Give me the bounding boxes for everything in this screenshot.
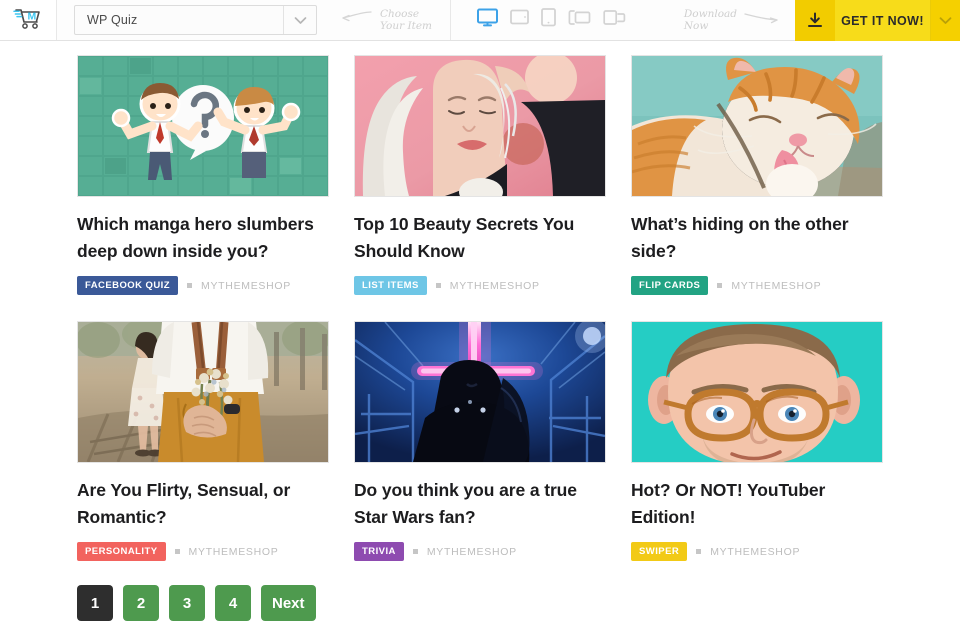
quiz-card-author: MYTHEMESHOP — [201, 279, 291, 292]
choose-item-hint-line1: Choose — [380, 7, 420, 20]
meta-separator-icon — [717, 283, 723, 288]
quiz-card-title[interactable]: Top 10 Beauty Secrets You Should Know — [354, 211, 606, 265]
device-preview-group — [451, 0, 626, 40]
meta-separator-icon — [412, 549, 418, 554]
quiz-card-grid: Which manga hero slumbers deep down insi… — [77, 55, 883, 561]
get-it-now-button[interactable]: GET IT NOW! — [795, 0, 960, 41]
download-now-hint-line2: Now — [683, 20, 709, 32]
pagination-page-4[interactable]: 4 — [215, 585, 251, 621]
logo-cell[interactable]: M — [0, 0, 57, 40]
meta-separator-icon — [435, 283, 441, 288]
status-badge[interactable]: LIST ITEMS — [354, 276, 427, 295]
item-select-cell: WP Quiz — [57, 0, 317, 40]
quiz-card: What’s hiding on the other side? FLIP CA… — [631, 55, 883, 295]
mobile-portrait-icon[interactable] — [603, 9, 626, 31]
status-badge[interactable]: FLIP CARDS — [631, 276, 709, 295]
choose-item-hint-text: Choose Your Item — [380, 8, 432, 33]
pagination-page-3[interactable]: 3 — [169, 585, 205, 621]
arrow-right-icon — [743, 8, 783, 33]
status-badge[interactable]: SWIPER — [631, 542, 688, 561]
quiz-card: Which manga hero slumbers deep down insi… — [77, 55, 329, 295]
tablet-landscape-icon[interactable] — [510, 9, 529, 31]
quiz-card-meta: SWIPER MYTHEMESHOP — [631, 542, 883, 561]
quiz-thumbnail-cat[interactable] — [631, 55, 883, 197]
quiz-card-title[interactable]: What’s hiding on the other side? — [631, 211, 883, 265]
preview-toolbar: M WP Quiz Choose Your Item Download Now … — [0, 0, 960, 41]
quiz-card-title[interactable]: Hot? Or NOT! YouTuber Edition! — [631, 477, 883, 531]
item-select-value: WP Quiz — [87, 13, 138, 27]
pagination-next-button[interactable]: Next — [261, 585, 316, 621]
quiz-thumbnail-manga[interactable] — [77, 55, 329, 197]
quiz-card-title[interactable]: Are You Flirty, Sensual, or Romantic? — [77, 477, 329, 531]
quiz-card-meta: FACEBOOK QUIZ MYTHEMESHOP — [77, 276, 329, 295]
pagination-page-1[interactable]: 1 — [77, 585, 113, 621]
quiz-thumbnail-youtuber[interactable] — [631, 321, 883, 463]
meta-separator-icon — [174, 549, 180, 554]
svg-text:M: M — [28, 10, 37, 22]
pagination: 1 2 3 4 Next — [77, 585, 883, 621]
get-it-now-chevron-down-icon[interactable] — [930, 0, 960, 41]
arrow-left-icon — [335, 8, 373, 33]
download-icon — [795, 0, 835, 41]
quiz-thumbnail-starwars[interactable] — [354, 321, 606, 463]
tablet-portrait-icon[interactable] — [541, 8, 556, 32]
quiz-card-meta: TRIVIA MYTHEMESHOP — [354, 542, 606, 561]
chevron-down-icon[interactable] — [283, 6, 316, 34]
meta-separator-icon — [696, 549, 702, 554]
shopping-cart-logo-icon: M — [13, 6, 43, 35]
quiz-thumbnail-beauty[interactable] — [354, 55, 606, 197]
desktop-icon[interactable] — [477, 8, 498, 32]
quiz-card-title[interactable]: Do you think you are a true Star Wars fa… — [354, 477, 606, 531]
status-badge[interactable]: PERSONALITY — [77, 542, 166, 561]
status-badge[interactable]: TRIVIA — [354, 542, 404, 561]
mobile-landscape-icon[interactable] — [568, 9, 591, 31]
get-it-now-label: GET IT NOW! — [835, 0, 930, 41]
choose-item-hint: Choose Your Item — [335, 0, 432, 40]
quiz-card-meta: PERSONALITY MYTHEMESHOP — [77, 542, 329, 561]
quiz-card-author: MYTHEMESHOP — [449, 279, 540, 292]
download-now-hint-line1: Download — [683, 7, 737, 20]
quiz-card-author: MYTHEMESHOP — [426, 545, 517, 558]
quiz-card-author: MYTHEMESHOP — [731, 279, 822, 292]
quiz-card: Hot? Or NOT! YouTuber Edition! SWIPER MY… — [631, 321, 883, 561]
meta-separator-icon — [187, 283, 193, 288]
quiz-card: Do you think you are a true Star Wars fa… — [354, 321, 606, 561]
quiz-card-meta: FLIP CARDS MYTHEMESHOP — [631, 276, 883, 295]
quiz-thumbnail-couple[interactable] — [77, 321, 329, 463]
quiz-card-author: MYTHEMESHOP — [710, 545, 801, 558]
quiz-card: Are You Flirty, Sensual, or Romantic? PE… — [77, 321, 329, 561]
quiz-card-title[interactable]: Which manga hero slumbers deep down insi… — [77, 211, 329, 265]
choose-item-hint-line2: Your Item — [380, 20, 432, 32]
quiz-card-author: MYTHEMESHOP — [188, 545, 279, 558]
quiz-listing-page: Which manga hero slumbers deep down insi… — [0, 41, 960, 640]
download-now-hint-text: Download Now — [684, 8, 737, 33]
download-now-hint: Download Now — [684, 0, 783, 40]
pagination-page-2[interactable]: 2 — [123, 585, 159, 621]
status-badge[interactable]: FACEBOOK QUIZ — [77, 276, 179, 295]
quiz-card-meta: LIST ITEMS MYTHEMESHOP — [354, 276, 606, 295]
item-select[interactable]: WP Quiz — [74, 5, 317, 35]
quiz-card: Top 10 Beauty Secrets You Should Know LI… — [354, 55, 606, 295]
